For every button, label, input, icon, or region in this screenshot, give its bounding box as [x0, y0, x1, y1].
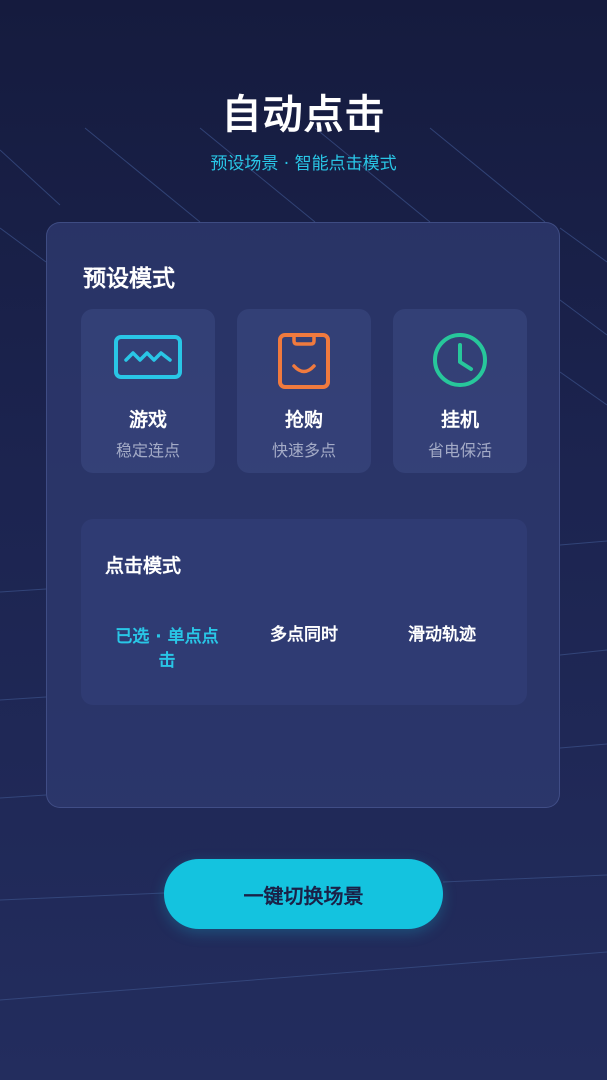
clock-icon — [433, 333, 487, 387]
shopping-bag-icon — [278, 333, 330, 389]
preset-section-title: 预设模式 — [83, 266, 175, 292]
mode-name: 抢购 — [284, 409, 323, 431]
preset-panel: 预设模式 游戏 稳定连点 抢购 快速多点 挂机 省电保活 点击模式 已选 · 单… — [46, 222, 560, 808]
page-title: 自动点击 — [221, 92, 386, 138]
mode-name: 游戏 — [128, 409, 167, 431]
switch-scene-button[interactable]: 一键切换场景 — [164, 859, 443, 929]
mode-desc: 稳定连点 — [115, 441, 180, 460]
click-mode-title: 点击模式 — [105, 555, 182, 577]
click-mode-section: 点击模式 已选 · 单点点击 多点同时 滑动轨迹 — [81, 519, 527, 705]
mode-card-game[interactable]: 游戏 稳定连点 — [81, 309, 215, 473]
click-mode-option-multi[interactable]: 多点同时 — [244, 623, 364, 647]
mode-card-shopping[interactable]: 抢购 快速多点 — [237, 309, 371, 473]
page-subtitle: 预设场景 · 智能点击模式 — [210, 154, 397, 174]
mode-desc: 省电保活 — [427, 441, 492, 460]
click-mode-option-single[interactable]: 已选 · 单点点击 — [107, 625, 227, 673]
mode-name: 挂机 — [440, 409, 479, 431]
mode-card-idle[interactable]: 挂机 省电保活 — [393, 309, 527, 473]
click-mode-option-swipe[interactable]: 滑动轨迹 — [382, 623, 502, 647]
mode-desc: 快速多点 — [271, 441, 336, 460]
monitor-wave-icon — [114, 335, 182, 379]
